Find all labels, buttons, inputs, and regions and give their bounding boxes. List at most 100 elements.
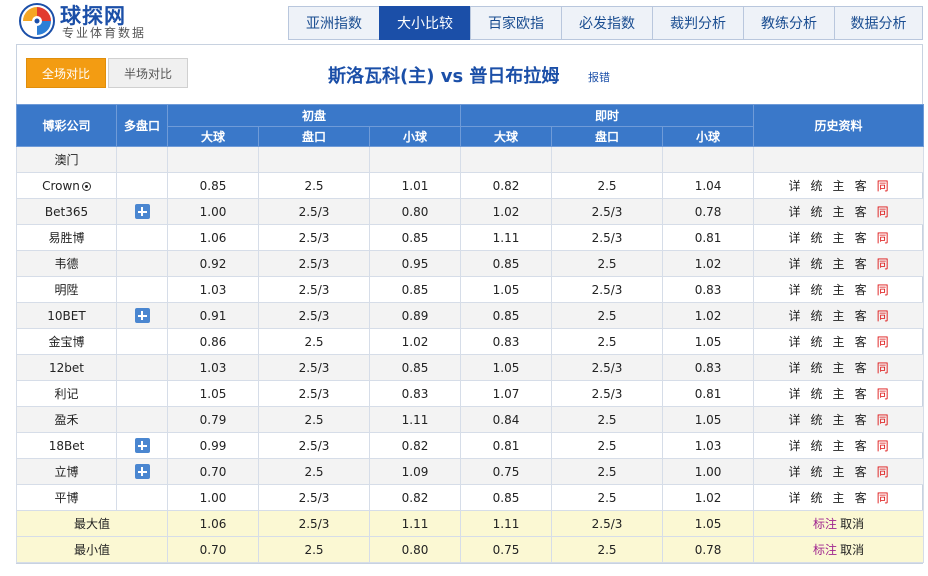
mark-link[interactable]: 标注 xyxy=(813,517,837,531)
home-link[interactable]: 主 xyxy=(833,465,845,479)
stats-link[interactable]: 统 xyxy=(811,387,823,401)
same-link[interactable]: 同 xyxy=(877,387,889,401)
expand-plus-icon[interactable] xyxy=(134,308,150,323)
tab-asian-odds[interactable]: 亚洲指数 xyxy=(288,6,379,40)
expand-plus-icon[interactable] xyxy=(134,464,150,479)
company-name-cell[interactable]: 易胜博 xyxy=(16,224,117,251)
home-link[interactable]: 主 xyxy=(833,387,845,401)
detail-link[interactable]: 详 xyxy=(789,465,801,479)
away-link[interactable]: 客 xyxy=(855,465,867,479)
stats-link[interactable]: 统 xyxy=(811,257,823,271)
same-link[interactable]: 同 xyxy=(877,491,889,505)
stats-link[interactable]: 统 xyxy=(811,335,823,349)
away-link[interactable]: 客 xyxy=(855,387,867,401)
company-name[interactable]: Crown xyxy=(42,179,80,193)
company-name-cell[interactable]: 立博 xyxy=(16,458,117,485)
company-name[interactable]: 明陞 xyxy=(54,283,78,297)
company-name-cell[interactable]: Bet365 xyxy=(16,198,117,225)
detail-link[interactable]: 详 xyxy=(789,257,801,271)
stats-link[interactable]: 统 xyxy=(811,283,823,297)
full-match-button[interactable]: 全场对比 xyxy=(26,58,106,88)
tab-over-under[interactable]: 大小比较 xyxy=(379,6,470,40)
home-link[interactable]: 主 xyxy=(833,361,845,375)
company-name-cell[interactable]: 10BET xyxy=(16,302,117,329)
company-name[interactable]: 利记 xyxy=(54,387,78,401)
stats-link[interactable]: 统 xyxy=(811,361,823,375)
detail-link[interactable]: 详 xyxy=(789,413,801,427)
away-link[interactable]: 客 xyxy=(855,179,867,193)
detail-link[interactable]: 详 xyxy=(789,387,801,401)
tab-coach[interactable]: 教练分析 xyxy=(743,6,834,40)
stats-link[interactable]: 统 xyxy=(811,231,823,245)
same-link[interactable]: 同 xyxy=(877,361,889,375)
away-link[interactable]: 客 xyxy=(855,361,867,375)
company-name-cell[interactable]: 金宝博 xyxy=(16,328,117,355)
away-link[interactable]: 客 xyxy=(855,231,867,245)
home-link[interactable]: 主 xyxy=(833,439,845,453)
away-link[interactable]: 客 xyxy=(855,413,867,427)
tab-euro-odds[interactable]: 百家欧指 xyxy=(470,6,561,40)
tab-referee[interactable]: 裁判分析 xyxy=(652,6,743,40)
expand-plus-icon[interactable] xyxy=(134,438,150,453)
detail-link[interactable]: 详 xyxy=(789,231,801,245)
company-name[interactable]: 易胜博 xyxy=(48,231,84,245)
company-name[interactable]: 18Bet xyxy=(49,439,85,453)
same-link[interactable]: 同 xyxy=(877,335,889,349)
home-link[interactable]: 主 xyxy=(833,335,845,349)
away-link[interactable]: 客 xyxy=(855,309,867,323)
away-link[interactable]: 客 xyxy=(855,283,867,297)
home-link[interactable]: 主 xyxy=(833,257,845,271)
company-name[interactable]: 10BET xyxy=(47,309,85,323)
company-name-cell[interactable]: Crown xyxy=(16,172,117,199)
company-name[interactable]: 平博 xyxy=(54,491,78,505)
away-link[interactable]: 客 xyxy=(855,491,867,505)
same-link[interactable]: 同 xyxy=(877,309,889,323)
stats-link[interactable]: 统 xyxy=(811,439,823,453)
cancel-link[interactable]: 取消 xyxy=(840,517,864,531)
same-link[interactable]: 同 xyxy=(877,231,889,245)
detail-link[interactable]: 详 xyxy=(789,439,801,453)
company-name-cell[interactable]: 韦德 xyxy=(16,250,117,277)
company-name[interactable]: 12bet xyxy=(49,361,84,375)
company-name-cell[interactable]: 平博 xyxy=(16,484,117,511)
home-link[interactable]: 主 xyxy=(833,413,845,427)
company-name[interactable]: 立博 xyxy=(54,465,78,479)
expand-plus-icon[interactable] xyxy=(134,204,150,219)
home-link[interactable]: 主 xyxy=(833,283,845,297)
same-link[interactable]: 同 xyxy=(877,283,889,297)
company-name[interactable]: 盈禾 xyxy=(54,413,78,427)
stats-link[interactable]: 统 xyxy=(811,179,823,193)
detail-link[interactable]: 详 xyxy=(789,283,801,297)
logo[interactable]: 球探网 专业体育数据 xyxy=(18,2,188,42)
home-link[interactable]: 主 xyxy=(833,309,845,323)
home-link[interactable]: 主 xyxy=(833,231,845,245)
same-link[interactable]: 同 xyxy=(877,439,889,453)
company-name[interactable]: 金宝博 xyxy=(48,335,84,349)
detail-link[interactable]: 详 xyxy=(789,491,801,505)
company-name-cell[interactable]: 12bet xyxy=(16,354,117,381)
company-name-cell[interactable]: 明陞 xyxy=(16,276,117,303)
stats-link[interactable]: 统 xyxy=(811,413,823,427)
same-link[interactable]: 同 xyxy=(877,205,889,219)
company-name-cell[interactable]: 利记 xyxy=(16,380,117,407)
home-link[interactable]: 主 xyxy=(833,179,845,193)
mark-link[interactable]: 标注 xyxy=(813,543,837,557)
detail-link[interactable]: 详 xyxy=(789,335,801,349)
detail-link[interactable]: 详 xyxy=(789,179,801,193)
away-link[interactable]: 客 xyxy=(855,205,867,219)
away-link[interactable]: 客 xyxy=(855,335,867,349)
tab-data-analysis[interactable]: 数据分析 xyxy=(834,6,923,40)
company-name-cell[interactable]: 盈禾 xyxy=(16,406,117,433)
stats-link[interactable]: 统 xyxy=(811,309,823,323)
tab-betfair[interactable]: 必发指数 xyxy=(561,6,652,40)
same-link[interactable]: 同 xyxy=(877,465,889,479)
half-match-button[interactable]: 半场对比 xyxy=(108,58,188,88)
detail-link[interactable]: 详 xyxy=(789,361,801,375)
stats-link[interactable]: 统 xyxy=(811,465,823,479)
report-error-link[interactable]: 报错 xyxy=(588,69,610,85)
home-link[interactable]: 主 xyxy=(833,205,845,219)
same-link[interactable]: 同 xyxy=(877,179,889,193)
same-link[interactable]: 同 xyxy=(877,413,889,427)
away-link[interactable]: 客 xyxy=(855,439,867,453)
stats-link[interactable]: 统 xyxy=(811,491,823,505)
